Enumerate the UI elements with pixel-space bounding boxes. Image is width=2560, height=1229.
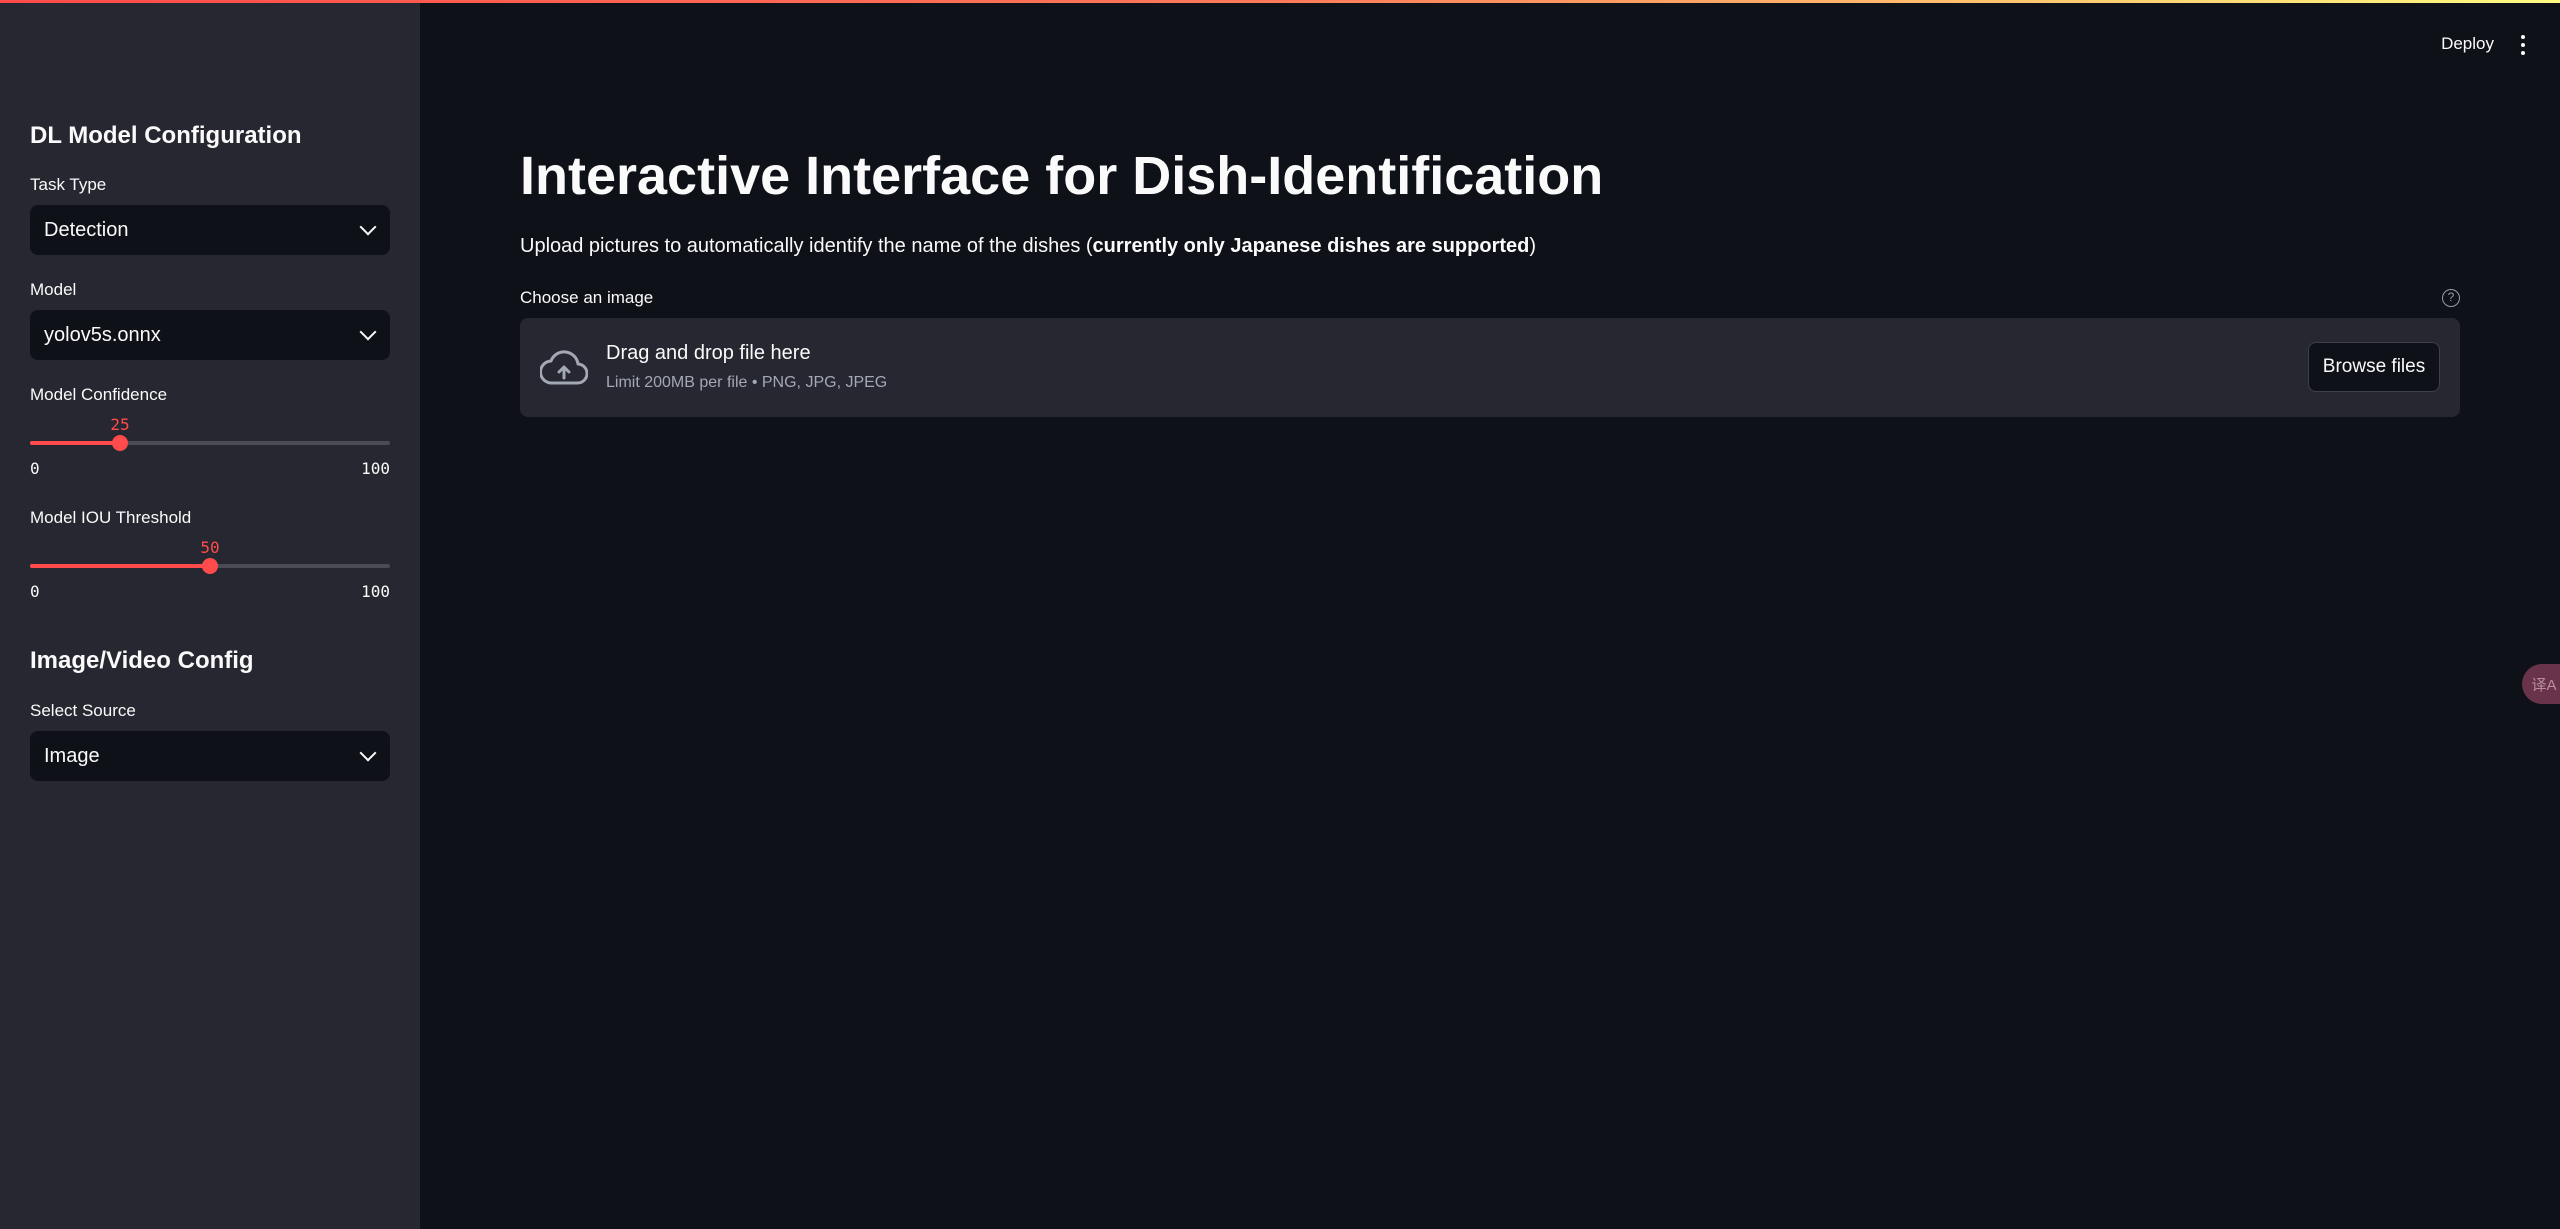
chevron-down-icon	[359, 218, 377, 236]
more-menu-icon[interactable]	[2520, 35, 2526, 55]
file-limit-text: Limit 200MB per file • PNG, JPG, JPEG	[606, 374, 888, 391]
model-select[interactable]: yolov5s.onnx	[30, 310, 390, 360]
file-dropzone[interactable]: Drag and drop file here Limit 200MB per …	[520, 318, 2460, 417]
uploader-label: Choose an image	[520, 288, 654, 307]
help-icon[interactable]: ?	[2442, 289, 2460, 307]
drop-instruction: Drag and drop file here	[606, 342, 811, 364]
slider-thumb[interactable]	[202, 558, 218, 574]
confidence-slider[interactable]: 25 0 100	[30, 415, 390, 478]
decoration-top-bar	[0, 0, 2560, 3]
source-config-heading: Image/Video Config	[30, 647, 254, 674]
subtitle-suffix: )	[1529, 235, 1537, 257]
source-value: Image	[44, 744, 100, 767]
source-label: Select Source	[30, 701, 136, 720]
chevron-down-icon	[359, 323, 377, 341]
task-type-value: Detection	[44, 218, 129, 241]
deploy-button[interactable]: Deploy	[2441, 34, 2494, 54]
slider-max: 100	[361, 459, 390, 478]
model-config-heading: DL Model Configuration	[30, 122, 302, 149]
task-type-select[interactable]: Detection	[30, 205, 390, 255]
slider-thumb[interactable]	[112, 435, 128, 451]
slider-fill	[30, 564, 210, 568]
slider-min: 0	[30, 582, 40, 601]
sidebar: DL Model Configuration Task Type Detecti…	[0, 0, 420, 1229]
source-select[interactable]: Image	[30, 731, 390, 781]
confidence-label: Model Confidence	[30, 385, 168, 404]
cloud-upload-icon	[540, 350, 588, 385]
model-label: Model	[30, 280, 77, 299]
translate-icon[interactable]: 译A	[2522, 664, 2560, 704]
slider-value: 50	[200, 538, 220, 557]
slider-max: 100	[361, 582, 390, 601]
subtitle-emphasis: currently only Japanese dishes are suppo…	[1092, 235, 1530, 257]
slider-value: 25	[110, 415, 130, 434]
iou-label: Model IOU Threshold	[30, 508, 192, 527]
browse-files-button[interactable]: Browse files	[2308, 342, 2440, 392]
main-content: Deploy Interactive Interface for Dish-Id…	[420, 0, 2560, 1229]
page-subtitle: Upload pictures to automatically identif…	[520, 235, 1536, 258]
slider-min: 0	[30, 459, 40, 478]
page-title: Interactive Interface for Dish-Identific…	[520, 146, 1604, 206]
model-value: yolov5s.onnx	[44, 323, 161, 346]
task-type-label: Task Type	[30, 175, 107, 194]
slider-fill	[30, 441, 120, 445]
chevron-down-icon	[359, 744, 377, 762]
subtitle-prefix: Upload pictures to automatically identif…	[520, 235, 1093, 257]
iou-slider[interactable]: 50 0 100	[30, 538, 390, 601]
